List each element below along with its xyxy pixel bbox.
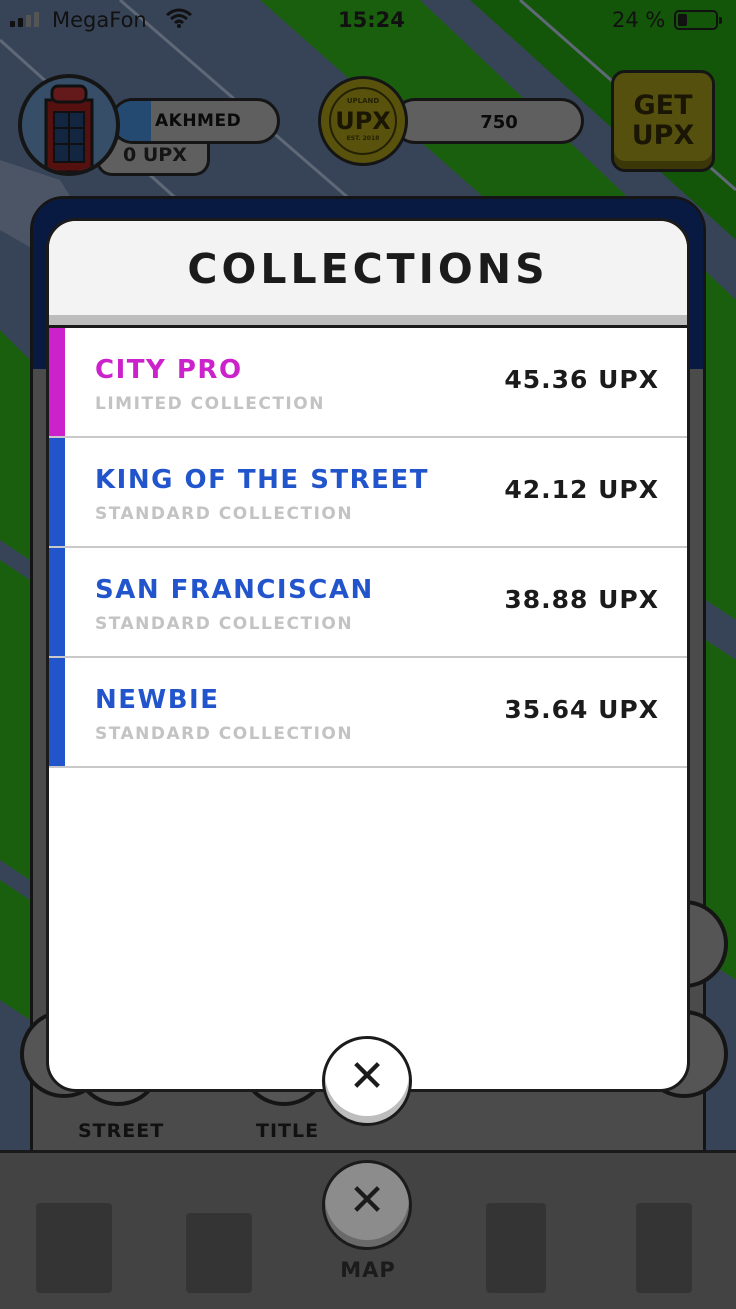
modal-title: COLLECTIONS xyxy=(187,245,549,293)
collection-color-stripe xyxy=(49,438,65,546)
collection-type: STANDARD COLLECTION xyxy=(95,614,354,634)
collection-color-stripe xyxy=(49,548,65,656)
collection-row-king-of-the-street[interactable]: KING OF THE STREET STANDARD COLLECTION 4… xyxy=(49,438,687,548)
collection-price: 42.12 UPX xyxy=(504,475,659,504)
collection-name: CITY PRO xyxy=(95,355,243,385)
clock: 15:24 xyxy=(338,8,405,32)
map-close-button[interactable]: ✕ xyxy=(322,1160,412,1250)
carrier-name: MegaFon xyxy=(52,8,147,32)
collection-type: STANDARD COLLECTION xyxy=(95,724,354,744)
wifi-icon xyxy=(166,8,192,33)
close-icon: ✕ xyxy=(348,1175,386,1226)
collection-price: 45.36 UPX xyxy=(504,365,659,394)
close-icon: ✕ xyxy=(348,1051,386,1102)
battery-percent: 24 % xyxy=(612,8,666,32)
collections-modal: COLLECTIONS CITY PRO LIMITED COLLECTION … xyxy=(46,218,690,1092)
collection-name: NEWBIE xyxy=(95,685,220,715)
collection-row-city-pro[interactable]: CITY PRO LIMITED COLLECTION 45.36 UPX xyxy=(49,328,687,438)
collection-price: 38.88 UPX xyxy=(504,585,659,614)
map-label: MAP xyxy=(340,1258,396,1282)
collection-type: LIMITED COLLECTION xyxy=(95,394,325,414)
modal-header: COLLECTIONS xyxy=(49,221,687,325)
collection-name: KING OF THE STREET xyxy=(95,465,429,495)
battery-icon xyxy=(674,10,722,30)
collection-color-stripe xyxy=(49,658,65,766)
collection-type: STANDARD COLLECTION xyxy=(95,504,354,524)
collections-list: CITY PRO LIMITED COLLECTION 45.36 UPX KI… xyxy=(49,328,687,768)
status-bar: MegaFon 15:24 24 % xyxy=(0,0,736,40)
collection-price: 35.64 UPX xyxy=(504,695,659,724)
collection-color-stripe xyxy=(49,328,65,436)
collection-name: SAN FRANCISCAN xyxy=(95,575,374,605)
signal-icon xyxy=(10,12,39,27)
collection-row-san-franciscan[interactable]: SAN FRANCISCAN STANDARD COLLECTION 38.88… xyxy=(49,548,687,658)
collection-row-newbie[interactable]: NEWBIE STANDARD COLLECTION 35.64 UPX xyxy=(49,658,687,768)
close-modal-button[interactable]: ✕ xyxy=(322,1036,412,1126)
